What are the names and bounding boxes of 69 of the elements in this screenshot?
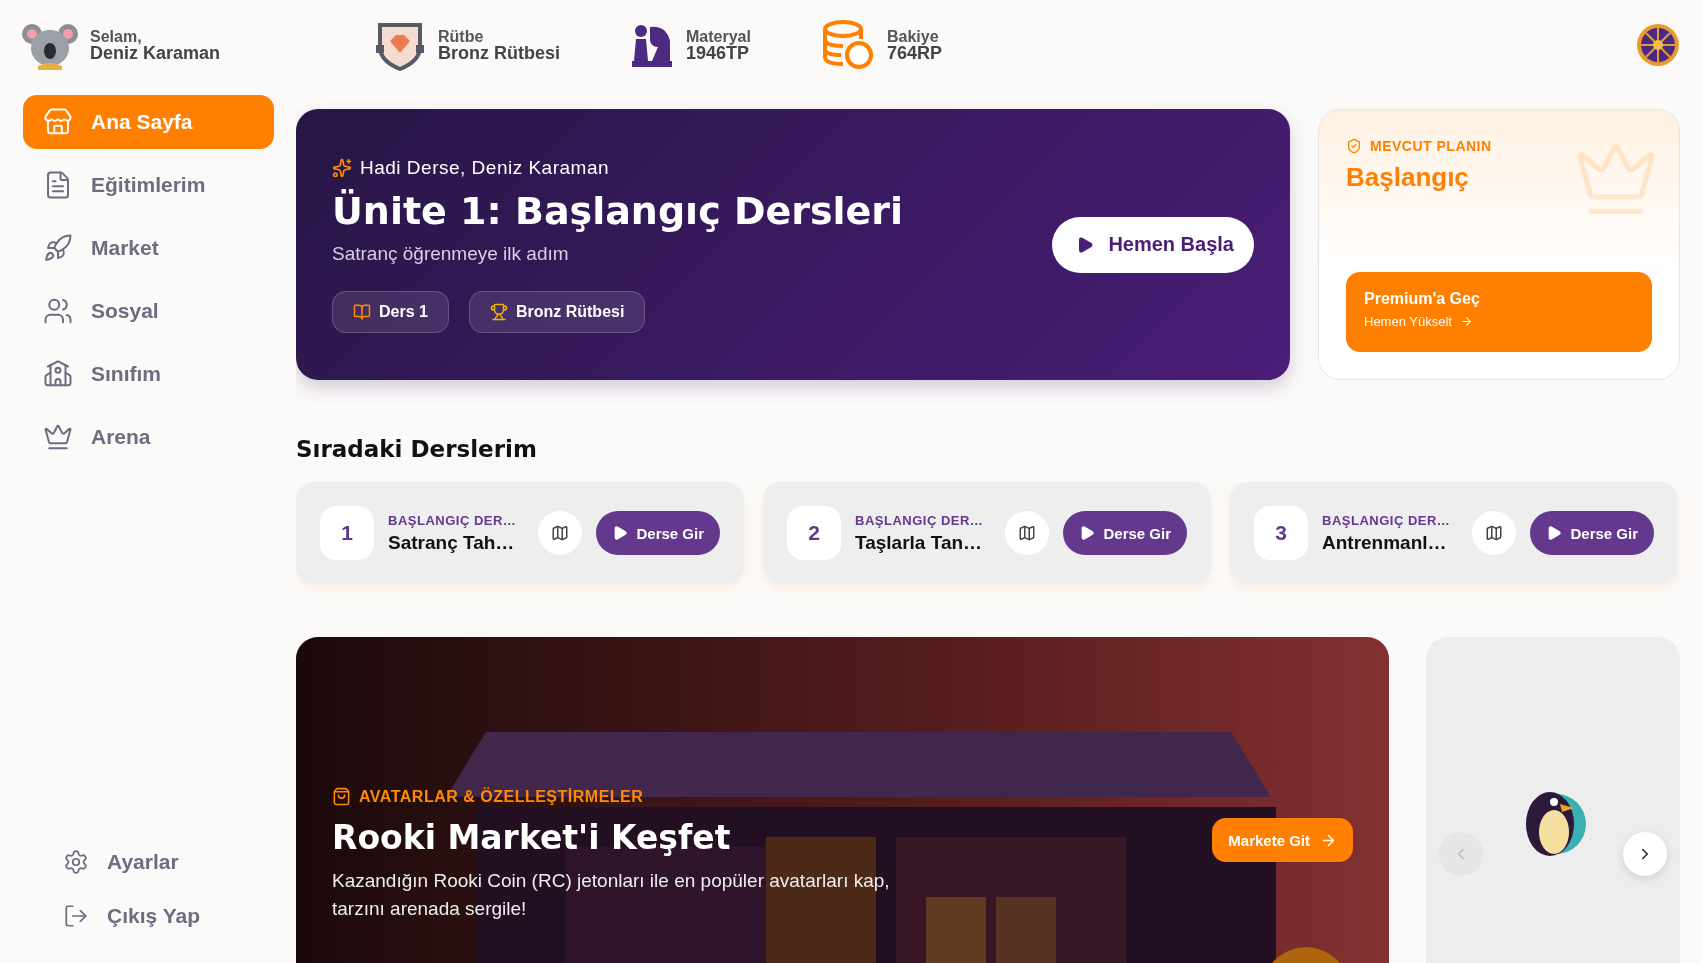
arrow-right-icon [1459, 315, 1473, 328]
nav-item[interactable]: Eğitimlerim [23, 158, 274, 212]
map-icon [1485, 524, 1504, 542]
market-description: Kazandığın Rooki Coin (RC) jetonları ile en popüler avatarları kap, tarzını arenada sergile! [332, 869, 891, 921]
play-icon [1546, 525, 1563, 541]
stat-label: Bakiye [886, 28, 940, 45]
play-icon [1079, 525, 1096, 541]
coins-icon [820, 19, 875, 71]
upgrade-text: Hemen Yükselt [1364, 314, 1452, 329]
wheel-avatar-icon[interactable] [1636, 23, 1680, 67]
sparkle-icon [332, 157, 352, 178]
logout-icon [63, 903, 89, 929]
nav-icon [43, 359, 73, 389]
stat-value: 764RP [886, 45, 942, 62]
plan-name: Başlangıç [1346, 162, 1470, 193]
map-button[interactable] [1472, 511, 1517, 555]
stat-value: Bronz Rütbesi [438, 45, 560, 62]
stat-label: Rütbe [438, 28, 485, 45]
lesson-title: Antrenmanl… [1322, 531, 1448, 554]
nav-icon [43, 296, 73, 326]
premium-title: Premium'a Geç [1364, 290, 1481, 308]
bag-icon [332, 787, 351, 806]
hero-title: Ünite 1: Başlangıç Dersleri [332, 188, 905, 233]
map-button[interactable] [538, 511, 583, 555]
stat-label: Materyal [686, 28, 751, 45]
nav-item[interactable]: Çıkış Yap [23, 889, 274, 943]
nav-item[interactable]: Market [23, 221, 274, 275]
nav-item[interactable]: Ana Sayfa [23, 95, 274, 149]
enter-lesson-button[interactable]: Derse Gir [596, 511, 720, 555]
start-button[interactable]: Hemen Başla [1052, 216, 1254, 273]
lesson-number: 3 [1254, 506, 1308, 560]
greeting-text: Selam, [90, 28, 143, 45]
lesson-number: 2 [787, 506, 841, 560]
book-icon [353, 302, 371, 321]
market-eyebrow: AVATARLAR & ÖZELLEŞTİRMELER [359, 787, 644, 806]
stat-value: 1946TP [686, 45, 751, 62]
lesson-category: BAŞLANGIÇ DER… [388, 512, 518, 528]
enter-lesson-button[interactable]: Derse Gir [1530, 511, 1654, 555]
nav-icon [43, 422, 73, 452]
nav-item[interactable]: Sınıfım [23, 347, 274, 401]
lesson-number: 1 [320, 506, 374, 560]
shield-check-icon [1346, 138, 1362, 154]
user-name: Deniz Karaman [90, 45, 221, 62]
nav-icon [43, 107, 73, 137]
premium-button[interactable]: Premium'a Geç Hemen Yükselt [1346, 272, 1652, 352]
market-title: Rooki Market'i Keşfet [332, 818, 732, 857]
plan-label: MEVCUT PLANIN [1370, 138, 1492, 154]
nav-item[interactable]: Sosyal [23, 284, 274, 338]
nav-item[interactable]: Ayarlar [23, 835, 274, 889]
lesson-title: Taşlarla Tan… [855, 531, 984, 554]
enter-lesson-button[interactable]: Derse Gir [1063, 511, 1187, 555]
info-chip: Bronz Rütbesi [468, 290, 646, 333]
trophy-icon [489, 302, 508, 321]
market-button[interactable]: Markete Git [1212, 818, 1353, 862]
lesson-category: BAŞLANGIÇ DER… [855, 512, 985, 528]
info-chip: Ders 1 [332, 290, 449, 333]
map-icon [551, 524, 570, 542]
play-icon [612, 525, 629, 541]
settings-icon [63, 849, 89, 875]
map-button[interactable] [1005, 511, 1050, 555]
lesson-category: BAŞLANGIÇ DER… [1322, 512, 1452, 528]
nav-icon [43, 233, 73, 263]
nav-item[interactable]: Arena [23, 410, 274, 464]
hero-eyebrow: Hadi Derse, Deniz Karaman [360, 156, 610, 179]
lesson-title: Satranç Tah… [388, 531, 516, 554]
map-icon [1018, 524, 1037, 542]
play-icon [1076, 235, 1095, 254]
section-title: Sıradaki Derslerim [296, 436, 538, 462]
hero-subtitle: Satranç öğrenmeye ilk adım [332, 242, 570, 265]
